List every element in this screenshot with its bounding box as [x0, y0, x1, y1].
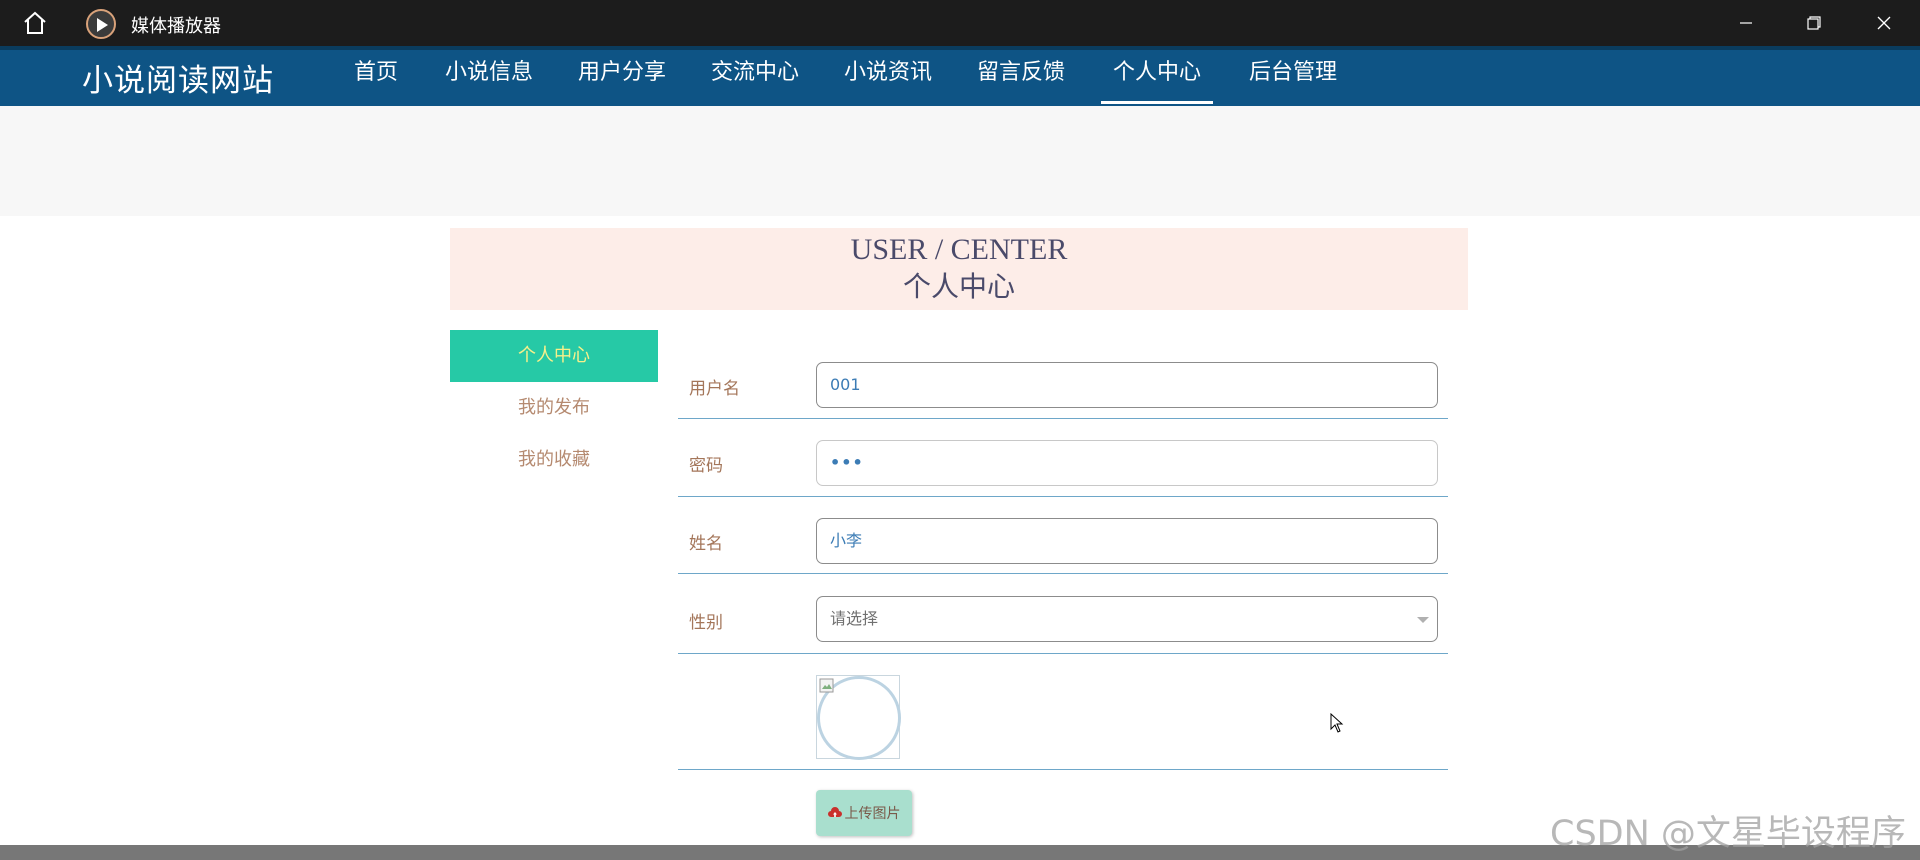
page-header: USER / CENTER 个人中心 — [450, 228, 1468, 310]
nav-user-center[interactable]: 个人中心 — [1101, 58, 1213, 104]
name-label: 姓名 — [689, 534, 723, 554]
banner-area — [0, 106, 1920, 216]
gender-select[interactable]: 请选择 — [816, 596, 1438, 642]
gender-select-placeholder: 请选择 — [830, 609, 879, 628]
cloud-upload-icon — [827, 807, 842, 817]
side-menu-my-favorites[interactable]: 我的收藏 — [450, 434, 658, 486]
nav-exchange-center[interactable]: 交流中心 — [709, 58, 801, 104]
username-input[interactable]: 001 — [816, 362, 1438, 408]
nav-home[interactable]: 首页 — [352, 58, 400, 104]
password-label: 密码 — [689, 456, 723, 476]
form-row-gender: 性别 请选择 — [678, 574, 1448, 654]
side-menu-my-posts[interactable]: 我的发布 — [450, 382, 658, 434]
site-navbar: 小说阅读网站 首页 小说信息 用户分享 交流中心 小说资讯 留言反馈 个人中心 … — [0, 46, 1920, 106]
media-player-icon — [86, 9, 116, 39]
page-title-en: USER / CENTER — [850, 233, 1068, 266]
form-row-avatar — [678, 654, 1448, 770]
broken-image-icon — [819, 678, 834, 693]
site-brand[interactable]: 小说阅读网站 — [82, 55, 274, 100]
form-row-name: 姓名 小李 — [678, 497, 1448, 574]
home-icon[interactable] — [22, 10, 48, 36]
close-icon[interactable] — [1850, 0, 1918, 46]
upload-button-label: 上传图片 — [844, 806, 901, 822]
upload-image-button[interactable]: 上传图片 — [816, 790, 912, 836]
password-input[interactable]: ••• — [816, 440, 1438, 486]
form-row-password: 密码 ••• — [678, 419, 1448, 497]
form-row-username: 用户名 001 — [678, 350, 1448, 419]
mouse-cursor-icon — [1330, 713, 1344, 733]
nav-novel-info[interactable]: 小说信息 — [443, 58, 535, 104]
nav-admin[interactable]: 后台管理 — [1247, 58, 1339, 104]
window-titlebar: 媒体播放器 — [0, 0, 1920, 46]
maximize-icon[interactable] — [1780, 0, 1848, 46]
window-title: 媒体播放器 — [131, 16, 221, 37]
side-menu-user-center[interactable]: 个人中心 — [450, 330, 658, 382]
page-title: 个人中心 — [902, 272, 1015, 303]
nav-feedback[interactable]: 留言反馈 — [975, 58, 1067, 104]
username-label: 用户名 — [689, 379, 740, 399]
minimize-icon[interactable] — [1712, 0, 1780, 46]
chevron-down-icon — [1417, 617, 1429, 623]
name-input[interactable]: 小李 — [816, 518, 1438, 564]
nav-novel-news[interactable]: 小说资讯 — [842, 58, 934, 104]
nav-user-share[interactable]: 用户分享 — [576, 58, 668, 104]
avatar-preview — [816, 675, 901, 760]
watermark: CSDN @文星毕设程序 — [1550, 814, 1906, 854]
gender-label: 性别 — [689, 613, 723, 633]
